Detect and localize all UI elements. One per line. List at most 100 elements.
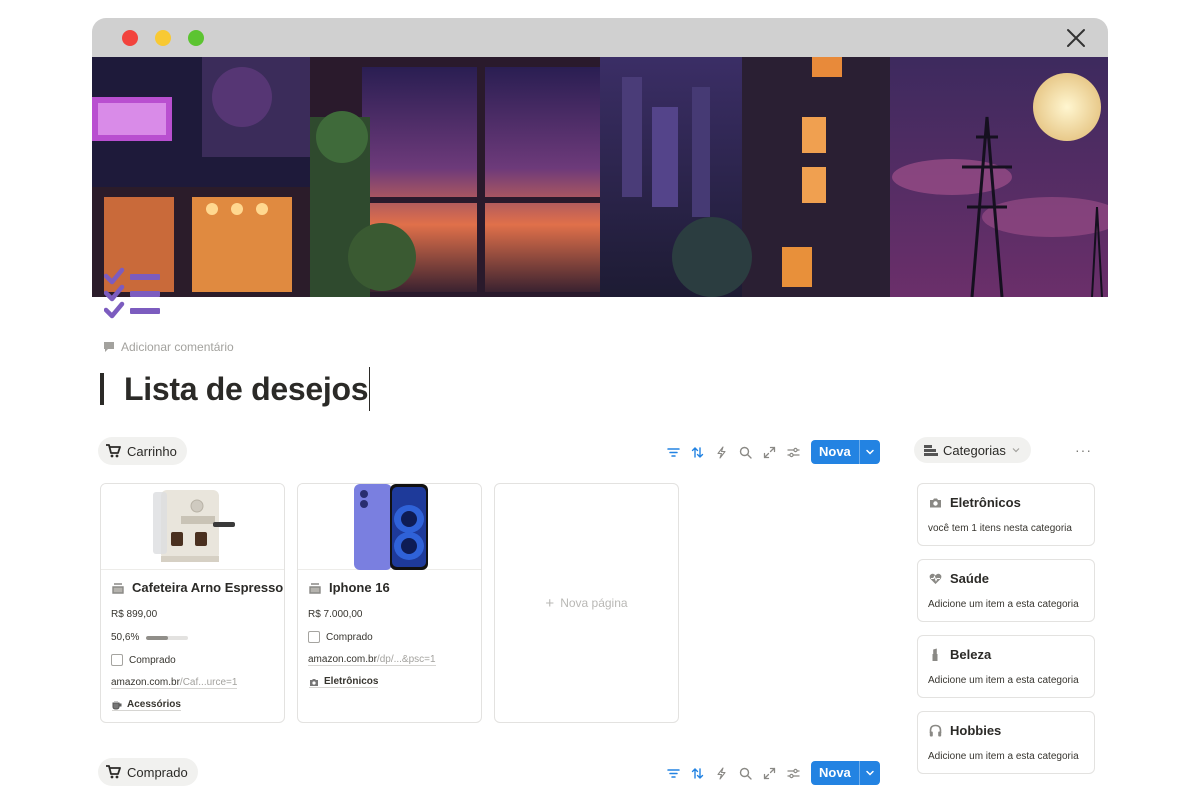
- category-card-eletronicos[interactable]: Eletrônicos você tem 1 itens nesta categ…: [917, 483, 1095, 546]
- chevron-down-icon: [866, 770, 874, 776]
- card-title[interactable]: Iphone 16: [309, 580, 390, 595]
- new-dropdown-button[interactable]: [860, 447, 880, 457]
- link-domain: amazon.com.br: [308, 654, 377, 665]
- page-icon: [309, 582, 321, 594]
- card-checkbox[interactable]: Comprado: [111, 654, 176, 666]
- gallery-card[interactable]: Cafeteira Arno Espresso R$ 899,00 50,6% …: [100, 483, 285, 723]
- more-options-button[interactable]: ···: [1075, 442, 1092, 458]
- search-button[interactable]: [733, 761, 757, 785]
- database-toolbar: Nova: [661, 440, 880, 464]
- category-title: Eletrônicos: [929, 495, 1021, 510]
- heart-pulse-icon: [929, 573, 942, 584]
- search-icon: [739, 767, 752, 780]
- card-cover-image: [298, 484, 481, 570]
- view-tab-label: Carrinho: [127, 443, 177, 459]
- link-path: /Caf...urce=1: [179, 677, 238, 688]
- view-tab-carrinho[interactable]: Carrinho: [98, 437, 187, 465]
- checkbox-box[interactable]: [308, 631, 320, 643]
- category-title: Hobbies: [929, 723, 1001, 738]
- progress-fill: [146, 635, 168, 640]
- card-cover-image: [101, 484, 284, 570]
- category-card-beleza[interactable]: Beleza Adicione um item a esta categoria: [917, 635, 1095, 698]
- card-checkbox[interactable]: Comprado: [308, 631, 373, 643]
- automation-icon: [716, 766, 726, 780]
- category-name: Saúde: [950, 571, 990, 586]
- headphones-icon: [929, 724, 942, 737]
- page-title[interactable]: Lista de desejos: [100, 367, 371, 411]
- iphone-image: [354, 484, 428, 570]
- filter-button[interactable]: [661, 761, 685, 785]
- add-comment-button[interactable]: Adicionar comentário: [103, 340, 234, 354]
- new-item-button[interactable]: Nova: [811, 761, 880, 785]
- add-comment-label: Adicionar comentário: [121, 340, 234, 354]
- expand-icon: [763, 767, 775, 779]
- new-page-label: Nova página: [560, 596, 628, 610]
- checklist-icon[interactable]: [104, 266, 164, 321]
- card-category-relation[interactable]: Acessórios: [112, 699, 181, 711]
- new-page-card[interactable]: + Nova página: [494, 483, 679, 723]
- comment-icon: [104, 342, 114, 352]
- category-card-hobbies[interactable]: Hobbies Adicione um item a esta categori…: [917, 711, 1095, 774]
- category-description: Adicione um item a esta categoria: [928, 751, 1079, 762]
- page-icon: [112, 582, 124, 594]
- card-title[interactable]: Cafeteira Arno Espresso: [112, 580, 283, 595]
- search-button[interactable]: [733, 440, 757, 464]
- camera-icon: [310, 678, 318, 686]
- category-name: Beleza: [950, 647, 992, 662]
- view-settings-button[interactable]: [781, 761, 805, 785]
- stack-icon: [924, 445, 938, 456]
- lipstick-icon: [932, 648, 938, 661]
- coffee-icon: [112, 700, 122, 710]
- settings-icon: [786, 768, 800, 778]
- cart-icon: [106, 444, 121, 458]
- category-name: Hobbies: [950, 723, 1002, 738]
- close-x-icon[interactable]: [1066, 28, 1086, 48]
- new-item-button[interactable]: Nova: [811, 440, 880, 464]
- gallery-card[interactable]: Iphone 16 R$ 7.000,00 Comprado amazon.co…: [297, 483, 482, 723]
- new-button-label[interactable]: Nova: [811, 440, 860, 464]
- automation-button[interactable]: [709, 761, 733, 785]
- text-cursor: [369, 367, 371, 411]
- view-settings-button[interactable]: [781, 440, 805, 464]
- search-icon: [739, 446, 752, 459]
- filter-button[interactable]: [661, 440, 685, 464]
- category-description: Adicione um item a esta categoria: [928, 599, 1079, 610]
- filter-icon: [666, 447, 680, 457]
- settings-icon: [786, 447, 800, 457]
- category-title: Saúde: [929, 571, 989, 586]
- new-button-label[interactable]: Nova: [811, 761, 860, 785]
- plus-icon: +: [545, 594, 555, 612]
- card-category-relation[interactable]: Eletrônicos: [309, 676, 379, 688]
- page-title-text[interactable]: Lista de desejos: [124, 371, 368, 408]
- card-link[interactable]: amazon.com.br/dp/...&psc=1: [308, 654, 436, 666]
- card-title-text: Cafeteira Arno Espresso: [132, 580, 284, 595]
- expand-button[interactable]: [757, 761, 781, 785]
- categories-view-tab[interactable]: Categorias: [914, 437, 1031, 463]
- new-dropdown-button[interactable]: [860, 768, 880, 778]
- card-link[interactable]: amazon.com.br/Caf...urce=1: [111, 677, 238, 689]
- automation-button[interactable]: [709, 440, 733, 464]
- card-price: R$ 899,00: [111, 609, 158, 620]
- sort-button[interactable]: [685, 761, 709, 785]
- camera-icon: [930, 498, 941, 508]
- window-minimize-button[interactable]: [155, 30, 171, 46]
- checkbox-box[interactable]: [111, 654, 123, 666]
- link-domain: amazon.com.br: [111, 677, 180, 688]
- page-cover-image[interactable]: [92, 57, 1108, 297]
- expand-button[interactable]: [757, 440, 781, 464]
- view-tab-comprado[interactable]: Comprado: [98, 758, 198, 786]
- sort-button[interactable]: [685, 440, 709, 464]
- sort-icon: [691, 446, 703, 458]
- chevron-down-icon: [866, 449, 874, 455]
- card-progress: 50,6%: [111, 632, 189, 643]
- title-bar: [92, 18, 1108, 57]
- espresso-machine-image: [153, 490, 235, 562]
- automation-icon: [716, 445, 726, 459]
- category-card-saude[interactable]: Saúde Adicione um item a esta categoria: [917, 559, 1095, 622]
- window-maximize-button[interactable]: [188, 30, 204, 46]
- expand-icon: [763, 446, 775, 458]
- link-path: /dp/...&psc=1: [376, 654, 436, 665]
- window-close-button[interactable]: [122, 30, 138, 46]
- card-title-text: Iphone 16: [329, 580, 390, 595]
- checkbox-label: Comprado: [326, 631, 373, 643]
